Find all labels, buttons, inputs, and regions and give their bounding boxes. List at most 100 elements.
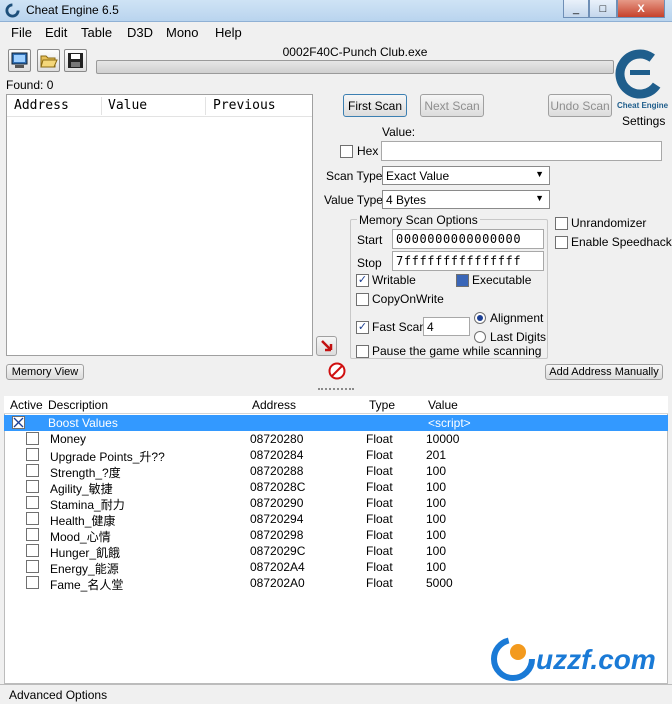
next-scan-button[interactable]: Next Scan [420, 94, 484, 117]
splitter-handle[interactable] [318, 388, 354, 391]
writable-checkbox[interactable]: ✓ [356, 274, 369, 287]
settings-link[interactable]: Settings [622, 114, 665, 128]
column-previous[interactable]: Previous [213, 98, 276, 113]
row-value: 100 [426, 480, 447, 494]
add-address-manually-button[interactable]: Add Address Manually [545, 364, 663, 380]
watermark-text: uzzf.com [536, 644, 656, 675]
value-label: Value: [382, 125, 416, 139]
column-description[interactable]: Description [48, 398, 108, 412]
active-checkbox[interactable] [26, 448, 39, 461]
speedhack-checkbox[interactable] [555, 236, 568, 249]
active-checkbox[interactable] [26, 432, 39, 445]
address-table-header: Active Description Address Type Value [4, 396, 668, 414]
menu-d3d[interactable]: D3D [127, 25, 153, 40]
fast-scan-checkbox[interactable]: ✓ [356, 321, 369, 334]
scan-type-select[interactable]: Exact Value ▼ [382, 166, 550, 185]
column-type[interactable]: Type [369, 398, 395, 412]
row-address: 08720280 [250, 432, 304, 446]
table-row[interactable]: Money 08720280 Float 10000 [4, 431, 668, 447]
row-address: 08720288 [250, 464, 304, 478]
stop-icon[interactable] [328, 362, 346, 380]
row-address: 0872029C [250, 544, 306, 558]
add-to-list-button[interactable] [316, 336, 337, 356]
row-type: Float [366, 480, 393, 494]
unrandomizer-checkbox[interactable] [555, 217, 568, 230]
menu-help[interactable]: Help [215, 25, 242, 40]
copyonwrite-checkbox[interactable] [356, 293, 369, 306]
fast-scan-input[interactable]: 4 [423, 317, 470, 336]
table-row[interactable]: Upgrade Points_升?? 08720284 Float 201 [4, 447, 668, 464]
row-value: 10000 [426, 432, 460, 446]
speedhack-label: Enable Speedhack [571, 235, 672, 249]
row-type: Float [366, 432, 393, 446]
value-type-select[interactable]: 4 Bytes ▼ [382, 190, 550, 209]
value-input[interactable] [381, 141, 662, 161]
start-address-input[interactable]: 0000000000000000 [392, 229, 544, 249]
last-digits-radio[interactable] [474, 331, 486, 343]
hex-checkbox[interactable] [340, 145, 353, 158]
row-description: Fame_名人堂 [50, 578, 124, 592]
open-file-button[interactable] [37, 49, 60, 72]
column-active[interactable]: Active [10, 398, 43, 412]
active-checkbox[interactable] [26, 496, 39, 509]
row-value: 100 [426, 560, 447, 574]
maximize-button[interactable]: □ [589, 0, 617, 18]
table-row[interactable]: Energy_能源 087202A4 Float 100 [4, 559, 668, 576]
scan-results-list[interactable]: Address Value Previous [6, 94, 313, 356]
fast-scan-label: Fast Scan [372, 320, 427, 334]
row-type: Float [366, 560, 393, 574]
group-value: <script> [428, 416, 471, 430]
start-label: Start [357, 233, 383, 247]
hex-label: Hex [357, 144, 379, 158]
row-value: 100 [426, 496, 447, 510]
stop-address-input[interactable]: 7fffffffffffffff [392, 251, 544, 271]
table-row[interactable]: Hunger_飢餓 0872029C Float 100 [4, 543, 668, 560]
active-checkbox[interactable] [26, 512, 39, 525]
group-active-checkbox[interactable] [12, 416, 25, 429]
pause-game-label: Pause the game while scanning [372, 344, 542, 358]
advanced-options-link[interactable]: Advanced Options [9, 688, 107, 702]
active-checkbox[interactable] [26, 560, 39, 573]
table-row-group[interactable]: Boost Values <script> [4, 415, 668, 431]
save-button[interactable] [64, 49, 87, 72]
row-value: 201 [426, 448, 447, 462]
menu-file[interactable]: File [11, 25, 32, 40]
table-row[interactable]: Health_健康 08720294 Float 100 [4, 511, 668, 528]
table-row[interactable]: Stamina_耐力 08720290 Float 100 [4, 495, 668, 512]
undo-scan-button[interactable]: Undo Scan [548, 94, 612, 117]
table-row[interactable]: Agility_敏捷 0872028C Float 100 [4, 479, 668, 496]
row-value: 100 [426, 544, 447, 558]
menu-table[interactable]: Table [81, 25, 112, 40]
row-address: 08720294 [250, 512, 304, 526]
cheat-engine-icon [5, 3, 20, 18]
executable-checkbox[interactable] [456, 274, 469, 287]
alignment-radio[interactable] [474, 312, 486, 324]
menu-mono[interactable]: Mono [166, 25, 199, 40]
memory-view-button[interactable]: Memory View [6, 364, 84, 380]
close-button[interactable]: X [617, 0, 665, 18]
minimize-button[interactable]: _ [563, 0, 589, 18]
pause-game-checkbox[interactable] [356, 345, 369, 358]
active-checkbox[interactable] [26, 576, 39, 589]
value-type-value: 4 Bytes [386, 193, 427, 207]
writable-label: Writable [372, 273, 416, 287]
active-checkbox[interactable] [26, 528, 39, 541]
chevron-down-icon: ▼ [535, 193, 544, 203]
table-row[interactable]: Fame_名人堂 087202A0 Float 5000 [4, 575, 668, 592]
active-checkbox[interactable] [26, 464, 39, 477]
column-address[interactable]: Address [252, 398, 296, 412]
stop-label: Stop [357, 256, 382, 270]
active-checkbox[interactable] [26, 544, 39, 557]
row-address: 08720284 [250, 448, 304, 462]
open-process-button[interactable] [8, 49, 31, 72]
column-value[interactable]: Value [428, 398, 458, 412]
row-value: 100 [426, 512, 447, 526]
menu-edit[interactable]: Edit [45, 25, 67, 40]
column-value[interactable]: Value [108, 98, 147, 113]
results-header: Address Value Previous [7, 95, 312, 117]
active-checkbox[interactable] [26, 480, 39, 493]
table-row[interactable]: Strength_?度 08720288 Float 100 [4, 463, 668, 480]
table-row[interactable]: Mood_心情 08720298 Float 100 [4, 527, 668, 544]
column-address[interactable]: Address [14, 98, 69, 113]
first-scan-button[interactable]: First Scan [343, 94, 407, 117]
